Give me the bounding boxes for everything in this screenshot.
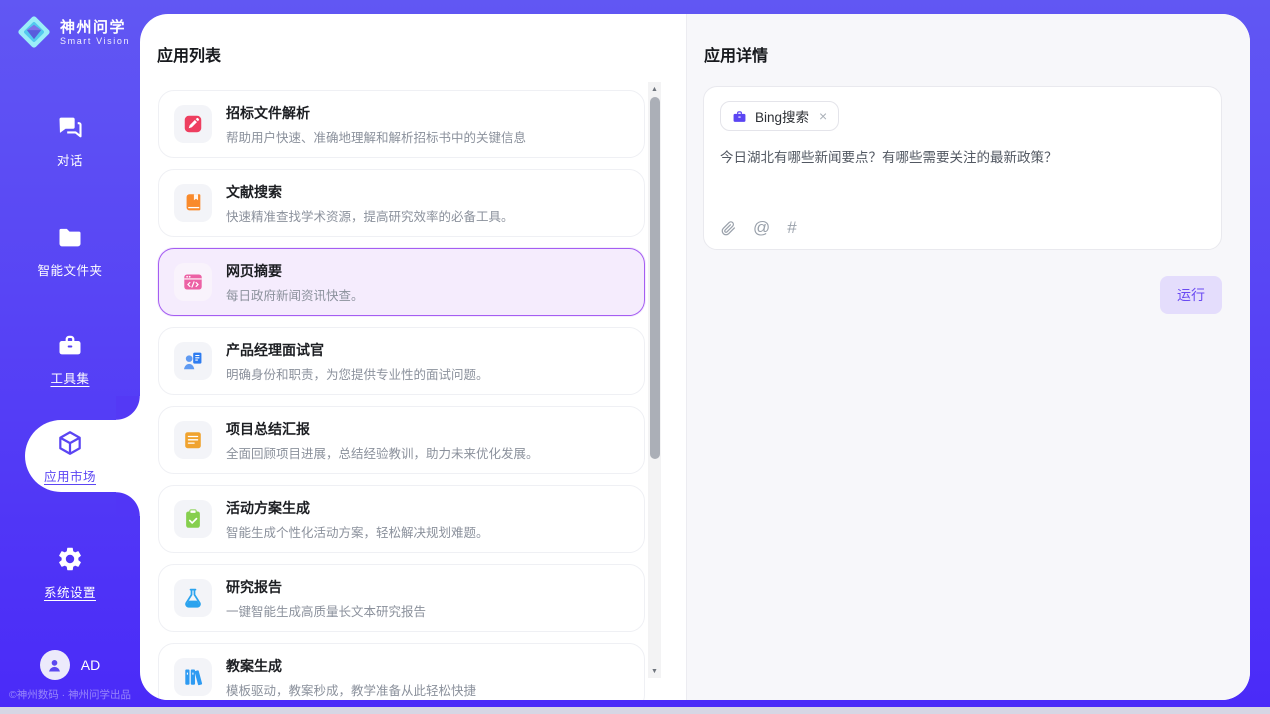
sidebar-item-label: 工具集 xyxy=(50,368,89,387)
user-name: AD xyxy=(81,657,100,673)
app-detail-panel: 应用详情 Bing搜索 × 今日湖北有哪些新闻要点？有哪些需要关注的最新政策？ xyxy=(686,14,1250,700)
app-card-desc: 明确身份和职责，为您提供专业性的面试问题。 xyxy=(226,364,489,383)
app-card[interactable]: 产品经理面试官明确身份和职责，为您提供专业性的面试问题。 xyxy=(158,327,645,395)
scroll-down-button[interactable]: ▼ xyxy=(648,664,661,678)
app-card-desc: 一键智能生成高质量长文本研究报告 xyxy=(226,601,426,620)
app-card-desc: 模板驱动，教案秒成，教学准备从此轻松快捷 xyxy=(226,680,476,699)
hash-icon[interactable]: # xyxy=(787,218,796,238)
app-card[interactable]: 文献搜索快速精准查找学术资源，提高研究效率的必备工具。 xyxy=(158,169,645,237)
chat-icon xyxy=(55,112,85,142)
folder-icon xyxy=(55,222,85,252)
app-list: 招标文件解析帮助用户快速、准确地理解和解析招标书中的关键信息文献搜索快速精准查找… xyxy=(158,90,645,700)
app-card-title: 招标文件解析 xyxy=(226,103,526,123)
briefcase-icon xyxy=(732,109,747,124)
app-card-desc: 全面回顾项目进展，总结经验教训，助力未来优化发展。 xyxy=(226,443,539,462)
app-card[interactable]: 网页摘要每日政府新闻资讯快查。 xyxy=(158,248,645,316)
toolbox-icon xyxy=(55,330,85,360)
app-card-title: 教案生成 xyxy=(226,656,476,676)
at-icon[interactable]: @ xyxy=(753,218,770,238)
app-card[interactable]: 项目总结汇报全面回顾项目进展，总结经验教训，助力未来优化发展。 xyxy=(158,406,645,474)
book-icon xyxy=(174,184,212,222)
app-card-text: 教案生成模板驱动，教案秒成，教学准备从此轻松快捷 xyxy=(226,656,476,699)
interviewer-icon xyxy=(174,342,212,380)
prompt-composer: Bing搜索 × 今日湖北有哪些新闻要点？有哪些需要关注的最新政策？ @ # xyxy=(703,86,1222,250)
gear-icon xyxy=(55,544,85,574)
person-icon xyxy=(46,657,63,674)
app-detail-title: 应用详情 xyxy=(687,14,1250,66)
browser-code-icon xyxy=(174,263,212,301)
clipboard-check-icon xyxy=(174,500,212,538)
brand-logo: 神州问学 Smart Vision xyxy=(15,13,130,51)
app-card-text: 研究报告一键智能生成高质量长文本研究报告 xyxy=(226,577,426,620)
app-card-desc: 每日政府新闻资讯快查。 xyxy=(226,285,364,304)
app-card-text: 活动方案生成智能生成个性化活动方案，轻松解决规划难题。 xyxy=(226,498,489,541)
app-card-text: 项目总结汇报全面回顾项目进展，总结经验教训，助力未来优化发展。 xyxy=(226,419,539,462)
app-list-title: 应用列表 xyxy=(140,14,686,66)
paperclip-icon[interactable] xyxy=(721,221,736,236)
app-card-title: 文献搜索 xyxy=(226,182,514,202)
main-content: 应用列表 招标文件解析帮助用户快速、准确地理解和解析招标书中的关键信息文献搜索快… xyxy=(140,14,1250,700)
user-account[interactable]: AD xyxy=(0,650,140,680)
app-card[interactable]: 招标文件解析帮助用户快速、准确地理解和解析招标书中的关键信息 xyxy=(158,90,645,158)
sidebar-item-app-market[interactable]: 应用市场 xyxy=(0,420,140,492)
scroll-up-button[interactable]: ▲ xyxy=(648,82,661,96)
app-card-desc: 智能生成个性化活动方案，轻松解决规划难题。 xyxy=(226,522,489,541)
app-card-title: 产品经理面试官 xyxy=(226,340,489,360)
sidebar-item-chat[interactable]: 对话 xyxy=(0,108,140,172)
sidebar-item-system-settings[interactable]: 系统设置 xyxy=(0,540,140,604)
composer-toolbar: @ # xyxy=(721,218,797,238)
sidebar-item-label: 应用市场 xyxy=(44,466,96,485)
tool-tag: Bing搜索 × xyxy=(720,101,839,131)
avatar xyxy=(40,650,70,680)
app-card-title: 活动方案生成 xyxy=(226,498,489,518)
sidebar-item-label: 对话 xyxy=(57,150,83,169)
app-card-title: 研究报告 xyxy=(226,577,426,597)
app-card-desc: 帮助用户快速、准确地理解和解析招标书中的关键信息 xyxy=(226,127,526,146)
sidebar-item-smart-folder[interactable]: 智能文件夹 xyxy=(0,218,140,282)
scrollbar-thumb[interactable] xyxy=(650,97,660,459)
run-button[interactable]: 运行 xyxy=(1160,276,1222,314)
app-card-desc: 快速精准查找学术资源，提高研究效率的必备工具。 xyxy=(226,206,514,225)
sidebar-item-label: 智能文件夹 xyxy=(37,260,102,279)
prompt-input[interactable]: 今日湖北有哪些新闻要点？有哪些需要关注的最新政策？ xyxy=(720,148,1205,168)
app-list-panel: 应用列表 招标文件解析帮助用户快速、准确地理解和解析招标书中的关键信息文献搜索快… xyxy=(140,14,686,700)
app-card-text: 文献搜索快速精准查找学术资源，提高研究效率的必备工具。 xyxy=(226,182,514,225)
brand-subtitle: Smart Vision xyxy=(60,36,130,46)
note-icon xyxy=(174,421,212,459)
sidebar: 神州问学 Smart Vision 对话智能文件夹工具集应用市场系统设置 AD … xyxy=(0,0,140,714)
scrollbar: ▲ ▼ xyxy=(648,82,661,678)
edit-doc-icon xyxy=(174,105,212,143)
app-card-title: 项目总结汇报 xyxy=(226,419,539,439)
app-card[interactable]: 教案生成模板驱动，教案秒成，教学准备从此轻松快捷 xyxy=(158,643,645,700)
sidebar-item-label: 系统设置 xyxy=(44,582,96,601)
app-card-title: 网页摘要 xyxy=(226,261,364,281)
diamond-logo-icon xyxy=(15,13,53,51)
flask-icon xyxy=(174,579,212,617)
books-icon xyxy=(174,658,212,696)
app-card-text: 网页摘要每日政府新闻资讯快查。 xyxy=(226,261,364,304)
app-card-text: 产品经理面试官明确身份和职责，为您提供专业性的面试问题。 xyxy=(226,340,489,383)
sidebar-item-toolset[interactable]: 工具集 xyxy=(0,326,140,390)
brand-name: 神州问学 xyxy=(60,19,130,36)
app-card[interactable]: 研究报告一键智能生成高质量长文本研究报告 xyxy=(158,564,645,632)
close-icon[interactable]: × xyxy=(819,109,827,123)
app-card-text: 招标文件解析帮助用户快速、准确地理解和解析招标书中的关键信息 xyxy=(226,103,526,146)
sidebar-footer: ©神州数码 · 神州问学出品 xyxy=(0,687,140,702)
bottom-strip xyxy=(0,707,1270,714)
cube-icon xyxy=(55,428,85,458)
app-card[interactable]: 活动方案生成智能生成个性化活动方案，轻松解决规划难题。 xyxy=(158,485,645,553)
tool-tag-label: Bing搜索 xyxy=(755,106,809,126)
